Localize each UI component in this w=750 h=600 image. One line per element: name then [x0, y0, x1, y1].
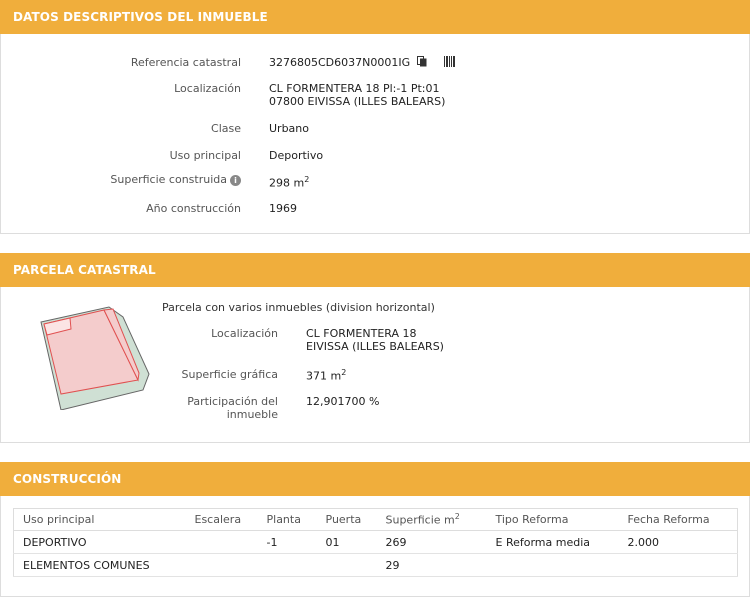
cell-tipo-reforma: E Reforma media — [486, 530, 619, 554]
construccion-body: Uso principal Escalera Planta Puerta Sup… — [0, 496, 750, 597]
clase-label: Clase — [211, 122, 241, 135]
barcode-icon[interactable] — [444, 56, 456, 70]
parcela-sup-exponent: 2 — [341, 368, 347, 377]
parcela-sup-label: Superficie gráfica — [181, 368, 279, 381]
parcela-body: Parcela con varios inmuebles (division h… — [0, 287, 750, 443]
anio-label: Año construcción — [146, 202, 241, 215]
construccion-panel: CONSTRUCCIÓN Uso principal Escalera Plan… — [0, 462, 750, 597]
cell-planta — [257, 553, 317, 577]
table-row: DEPORTIVO -1 01 269 E Reforma media 2.00… — [13, 530, 738, 554]
parcela-panel: PARCELA CATASTRAL Parcela con varios inm… — [0, 253, 750, 443]
cell-tipo-reforma — [486, 553, 619, 577]
cell-puerta: 01 — [316, 530, 377, 554]
anio-value: 1969 — [269, 202, 297, 215]
uso-label: Uso principal — [169, 149, 241, 162]
cell-fecha-reforma: 2.000 — [618, 530, 738, 554]
cell-escalera — [185, 530, 258, 554]
parcela-loc-line2: EIVISSA (ILLES BALEARS) — [306, 340, 444, 353]
table-row: ELEMENTOS COMUNES 29 — [13, 553, 738, 577]
cell-fecha-reforma — [618, 553, 738, 577]
inmueble-body: Referencia catastral 3276805CD6037N0001I… — [0, 34, 750, 234]
parcela-loc-line1: CL FORMENTERA 18 — [306, 327, 417, 340]
col-planta: Planta — [257, 508, 317, 531]
sup-exponent: 2 — [304, 175, 310, 184]
cell-puerta — [316, 553, 377, 577]
cell-escalera — [185, 553, 258, 577]
ref-value: 3276805CD6037N0001IG — [269, 56, 411, 69]
participacion-value: 12,901700 % — [306, 395, 380, 408]
uso-value: Deportivo — [269, 149, 324, 162]
loc-line1: CL FORMENTERA 18 Pl:-1 Pt:01 — [269, 82, 440, 95]
participacion-label-1: Participación del — [187, 395, 278, 408]
participacion-label-2: inmueble — [226, 408, 278, 421]
inmueble-panel: DATOS DESCRIPTIVOS DEL INMUEBLE Referenc… — [0, 0, 750, 234]
sup-value: 298 m — [269, 176, 305, 190]
col-fecha-reforma: Fecha Reforma — [618, 508, 738, 531]
inmueble-header: DATOS DESCRIPTIVOS DEL INMUEBLE — [0, 0, 750, 34]
copy-icon[interactable] — [416, 56, 427, 67]
sup-label: Superficie construida — [110, 173, 227, 186]
cell-uso: ELEMENTOS COMUNES — [13, 553, 186, 577]
col-puerta: Puerta — [316, 508, 377, 531]
col-escalera: Escalera — [185, 508, 258, 531]
parcela-loc-label: Localización — [211, 327, 278, 340]
clase-value: Urbano — [269, 122, 309, 135]
cell-superficie: 29 — [376, 553, 487, 577]
construccion-table: Uso principal Escalera Planta Puerta Sup… — [13, 508, 738, 577]
loc-label: Localización — [174, 82, 241, 95]
ref-label: Referencia catastral — [130, 56, 241, 69]
cell-superficie: 269 — [376, 530, 487, 554]
cell-planta: -1 — [257, 530, 317, 554]
parcela-description: Parcela con varios inmuebles (division h… — [162, 301, 435, 314]
col-superficie-exponent: 2 — [454, 512, 460, 522]
col-uso: Uso principal — [13, 508, 186, 531]
table-header-row: Uso principal Escalera Planta Puerta Sup… — [13, 508, 738, 531]
col-tipo-reforma: Tipo Reforma — [486, 508, 619, 531]
info-icon[interactable]: i — [230, 175, 241, 186]
col-superficie: Superficie m — [385, 513, 455, 527]
parcela-header: PARCELA CATASTRAL — [0, 253, 750, 287]
cell-uso: DEPORTIVO — [13, 530, 186, 554]
loc-line2: 07800 EIVISSA (ILLES BALEARS) — [269, 95, 446, 108]
construccion-header: CONSTRUCCIÓN — [0, 462, 750, 496]
parcela-sup-value: 371 m — [306, 369, 342, 383]
